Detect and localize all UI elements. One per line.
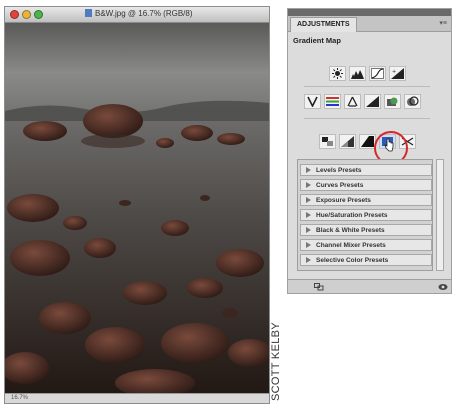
exposure-icon[interactable]: + bbox=[389, 66, 406, 81]
invert-icon[interactable] bbox=[319, 134, 336, 149]
posterize-icon[interactable] bbox=[339, 134, 356, 149]
adjustment-icons-row-2 bbox=[304, 94, 421, 109]
disclosure-triangle-icon bbox=[306, 197, 311, 203]
preset-exposure[interactable]: Exposure Presets bbox=[300, 194, 432, 206]
photo-filter-icon[interactable] bbox=[384, 94, 401, 109]
close-button[interactable] bbox=[10, 10, 19, 19]
preset-levels[interactable]: Levels Presets bbox=[300, 164, 432, 176]
panel-bottom-bar bbox=[288, 279, 451, 293]
visibility-eye-icon[interactable] bbox=[438, 283, 448, 291]
channel-mixer-icon[interactable] bbox=[404, 94, 421, 109]
document-title: B&W.jpg @ 16.7% (RGB/8) bbox=[85, 9, 193, 18]
document-title-text: B&W.jpg @ 16.7% (RGB/8) bbox=[95, 9, 193, 18]
disclosure-triangle-icon bbox=[306, 167, 311, 173]
lake-photo bbox=[5, 23, 269, 393]
tab-adjustments[interactable]: ADJUSTMENTS bbox=[290, 17, 357, 32]
brightness-contrast-icon[interactable] bbox=[329, 66, 346, 81]
color-balance-icon[interactable] bbox=[344, 94, 361, 109]
disclosure-triangle-icon bbox=[306, 242, 311, 248]
preset-channel-mixer[interactable]: Channel Mixer Presets bbox=[300, 239, 432, 251]
presets-scrollbar[interactable] bbox=[436, 159, 444, 271]
hand-cursor-icon bbox=[384, 138, 394, 152]
icon-row-divider bbox=[304, 86, 430, 87]
document-window: B&W.jpg @ 16.7% (RGB/8) 16.7% bbox=[4, 6, 270, 404]
panel-heading: Gradient Map bbox=[293, 36, 341, 45]
panel-menu-icon[interactable]: ▾≡ bbox=[439, 19, 447, 27]
preset-curves[interactable]: Curves Presets bbox=[300, 179, 432, 191]
disclosure-triangle-icon bbox=[306, 182, 311, 188]
clip-to-layer-icon[interactable] bbox=[314, 283, 324, 291]
document-title-bar[interactable]: B&W.jpg @ 16.7% (RGB/8) bbox=[5, 7, 269, 23]
icon-row-divider bbox=[304, 118, 430, 119]
file-icon bbox=[85, 9, 92, 17]
photo-credit: SCOTT KELBY bbox=[270, 322, 282, 401]
preset-selective-color[interactable]: Selective Color Presets bbox=[300, 254, 432, 266]
document-status-bar: 16.7% bbox=[5, 393, 269, 403]
svg-text:+: + bbox=[392, 69, 396, 75]
levels-icon[interactable] bbox=[349, 66, 366, 81]
disclosure-triangle-icon bbox=[306, 257, 311, 263]
hue-saturation-icon[interactable] bbox=[324, 94, 341, 109]
preset-black-white[interactable]: Black & White Presets bbox=[300, 224, 432, 236]
vibrance-icon[interactable] bbox=[304, 94, 321, 109]
disclosure-triangle-icon bbox=[306, 212, 311, 218]
minimize-button[interactable] bbox=[22, 10, 31, 19]
curves-icon[interactable] bbox=[369, 66, 386, 81]
preset-hue-saturation[interactable]: Hue/Saturation Presets bbox=[300, 209, 432, 221]
disclosure-triangle-icon bbox=[306, 227, 311, 233]
presets-list: Levels Presets Curves Presets Exposure P… bbox=[297, 159, 433, 271]
zoom-button[interactable] bbox=[34, 10, 43, 19]
adjustment-icons-row-1: + bbox=[329, 66, 406, 81]
zoom-level-text: 16.7% bbox=[11, 395, 29, 401]
panel-drag-strip[interactable] bbox=[288, 9, 451, 16]
panel-tab-row: ADJUSTMENTS ▾≡ bbox=[288, 16, 451, 32]
black-white-icon[interactable] bbox=[364, 94, 381, 109]
